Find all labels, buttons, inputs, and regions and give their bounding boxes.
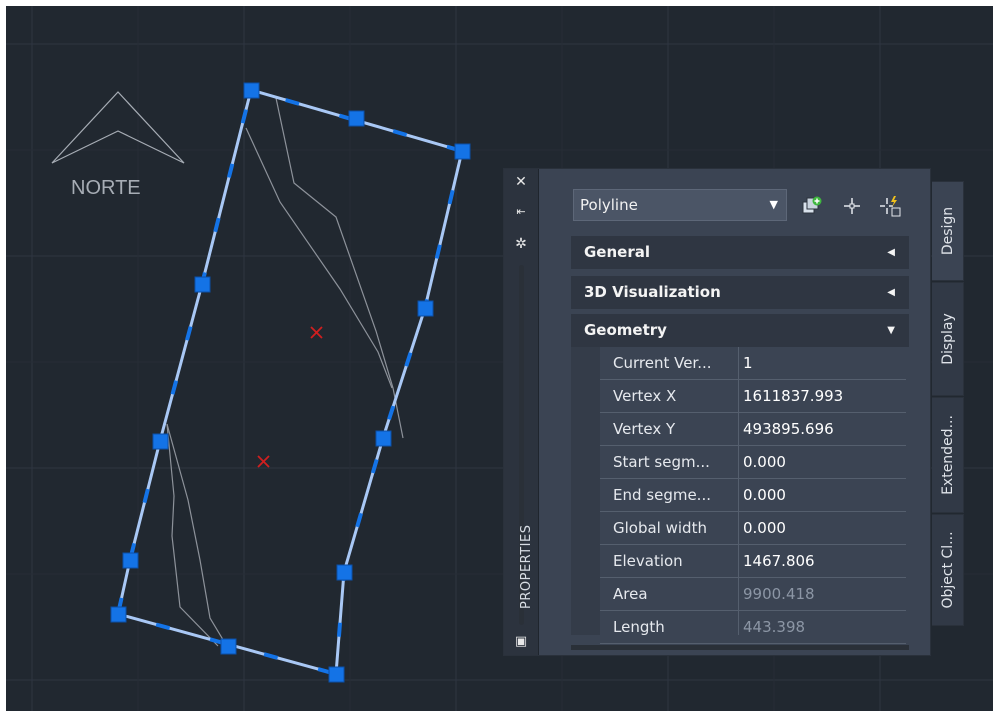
prop-name: Vertex X [613, 387, 677, 405]
prop-value[interactable]: 1 [743, 347, 753, 379]
prop-value-readonly: 9900.418 [743, 585, 815, 603]
select-objects-icon[interactable] [841, 195, 863, 217]
prop-name: Start segm... [613, 453, 710, 471]
grip [122, 552, 139, 569]
table-row[interactable]: Current Ver... 1 [600, 347, 906, 380]
prop-name: Elevation [613, 552, 683, 570]
north-label: NORTE [71, 177, 141, 199]
north-arrow-icon [51, 91, 185, 164]
settings-icon[interactable]: ✲ [512, 235, 530, 253]
grip [375, 430, 392, 447]
frame-top [0, 0, 999, 6]
section-general[interactable]: General ◀ [571, 236, 909, 269]
tab-design-label: Design [939, 206, 956, 256]
table-row[interactable]: Area 9900.418 [600, 578, 906, 611]
inner-linework [166, 97, 404, 649]
expanded-down-icon: ▼ [887, 325, 895, 336]
tab-object-class[interactable]: Object Cl... [932, 514, 964, 626]
toggle-pickadd-icon[interactable] [801, 195, 823, 217]
grip [348, 110, 365, 127]
grip [152, 433, 169, 450]
prop-name: Current Ver... [613, 354, 712, 372]
prop-name: Area [613, 585, 648, 603]
table-row[interactable]: Vertex X 1611837.993 [600, 380, 906, 413]
palette-title-bar[interactable]: ✕ ⇤ ✲ PROPERTIES ▣ [504, 169, 539, 655]
prop-name: Vertex Y [613, 420, 676, 438]
prop-name: Length [613, 618, 665, 636]
prop-value-readonly: 443.398 [743, 618, 806, 636]
tab-object-class-label: Object Cl... [939, 531, 956, 609]
section-general-label: General [584, 243, 650, 261]
grip [220, 638, 237, 655]
close-icon[interactable]: ✕ [512, 173, 530, 191]
grip [194, 276, 211, 293]
geometry-table: Current Ver... 1 Vertex X 1611837.993 Ve… [600, 347, 906, 644]
prop-value[interactable]: 1611837.993 [743, 380, 843, 412]
object-type-value: Polyline [580, 196, 638, 214]
horizontal-scrollbar[interactable] [571, 645, 909, 650]
palette-title: PROPERTIES [519, 524, 534, 610]
prop-value[interactable]: 0.000 [743, 446, 786, 478]
grip [454, 143, 471, 160]
table-row[interactable]: Vertex Y 493895.696 [600, 413, 906, 446]
frame-left [0, 0, 6, 711]
section-geometry[interactable]: Geometry ▼ [571, 314, 909, 347]
vertex-grips[interactable] [110, 82, 471, 683]
grip [328, 666, 345, 683]
selected-polyline[interactable] [116, 88, 464, 676]
collapse-left-icon: ◀ [887, 287, 895, 298]
tab-design[interactable]: Design [932, 181, 964, 281]
selected-polyline-dash [115, 87, 465, 677]
table-gutter [571, 347, 600, 635]
frame-right [993, 0, 999, 711]
chevron-down-icon: ▼ [769, 198, 778, 211]
grip [110, 606, 127, 623]
table-row[interactable]: Global width 0.000 [600, 512, 906, 545]
prop-value[interactable]: 0.000 [743, 479, 786, 511]
palette-menu-icon[interactable]: ▣ [512, 633, 530, 651]
grip [417, 300, 434, 317]
prop-name: Global width [613, 519, 707, 537]
section-geometry-label: Geometry [584, 321, 667, 339]
prop-name: End segme... [613, 486, 711, 504]
tab-display-label: Display [939, 313, 956, 365]
table-row[interactable]: End segme... 0.000 [600, 479, 906, 512]
tab-extended-label: Extended... [939, 415, 956, 495]
table-row[interactable]: Elevation 1467.806 [600, 545, 906, 578]
properties-palette[interactable]: ✕ ⇤ ✲ PROPERTIES ▣ Polyline ▼ General ◀ … [503, 168, 964, 656]
collapse-left-icon: ◀ [887, 247, 895, 258]
object-type-select[interactable]: Polyline ▼ [573, 189, 787, 221]
table-row[interactable]: Start segm... 0.000 [600, 446, 906, 479]
quick-select-icon[interactable] [879, 195, 901, 217]
prop-value[interactable]: 0.000 [743, 512, 786, 544]
tab-display[interactable]: Display [932, 282, 964, 396]
prop-value[interactable]: 1467.806 [743, 545, 815, 577]
column-divider [738, 347, 739, 635]
grip [243, 82, 260, 99]
prop-value[interactable]: 493895.696 [743, 413, 834, 445]
grip [336, 564, 353, 581]
section-3d-visualization[interactable]: 3D Visualization ◀ [571, 276, 909, 309]
point-markers [257, 326, 323, 468]
section-3d-label: 3D Visualization [584, 283, 721, 301]
auto-hide-icon[interactable]: ⇤ [512, 203, 530, 221]
table-row[interactable]: Length 443.398 [600, 611, 906, 644]
tab-extended[interactable]: Extended... [932, 397, 964, 513]
